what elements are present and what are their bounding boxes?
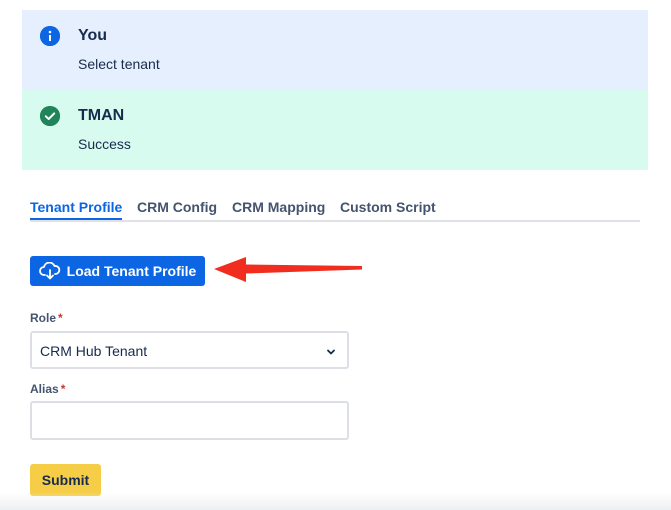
load-tenant-profile-button[interactable]: Load Tenant Profile: [30, 256, 205, 286]
tenant-page: You Select tenant TMAN Success Tenant Pr…: [0, 0, 671, 510]
role-select[interactable]: CRM Hub Tenant: [30, 331, 349, 369]
role-required-mark: *: [58, 311, 63, 325]
cloud-download-icon: [38, 262, 61, 280]
success-flag: TMAN Success: [22, 90, 648, 170]
submit-button[interactable]: Submit: [30, 464, 101, 496]
role-label: Role *: [30, 311, 63, 325]
info-flag: You Select tenant: [22, 10, 648, 90]
success-flag-title: TMAN: [78, 107, 125, 124]
chevron-down-icon: [325, 345, 337, 363]
active-tab-indicator: [30, 218, 122, 220]
alias-input[interactable]: [30, 401, 349, 440]
role-label-text: Role: [30, 311, 57, 325]
bottom-fade: [0, 492, 671, 510]
tab-tenant-profile[interactable]: Tenant Profile: [30, 199, 122, 215]
role-select-value: CRM Hub Tenant: [40, 343, 148, 359]
success-flag-body: Success: [78, 136, 131, 152]
alias-label-text: Alias: [30, 382, 59, 396]
tab-custom-script[interactable]: Custom Script: [340, 199, 436, 215]
info-icon: [40, 26, 60, 46]
info-flag-title: You: [78, 27, 108, 44]
tab-bar: Tenant Profile CRM Config CRM Mapping Cu…: [30, 190, 640, 222]
load-tenant-profile-label: Load Tenant Profile: [66, 263, 197, 279]
annotation-arrow-icon: [214, 257, 362, 282]
alias-label: Alias *: [30, 382, 65, 396]
tab-crm-config[interactable]: CRM Config: [137, 199, 217, 215]
info-flag-body: Select tenant: [78, 56, 160, 72]
alias-required-mark: *: [60, 382, 66, 396]
check-circle-icon: [40, 106, 60, 126]
tab-crm-mapping[interactable]: CRM Mapping: [232, 199, 325, 215]
